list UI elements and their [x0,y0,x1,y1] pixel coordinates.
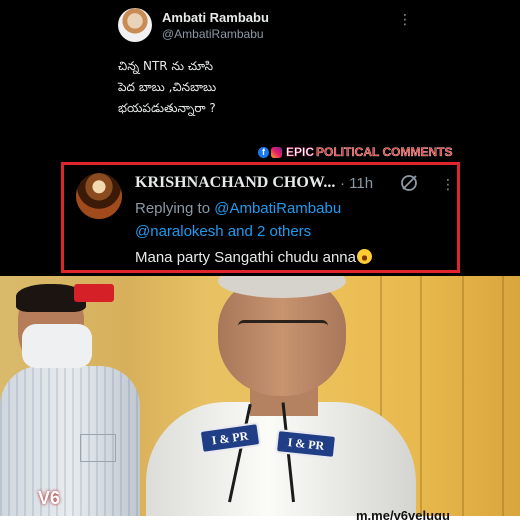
mention-others-link[interactable]: @naralokesh and 2 others [135,223,311,240]
face-mask [22,324,92,368]
tweet-line: భయపడుతున్నారా ? [118,101,216,115]
person-left [0,284,140,520]
video-url: m.me/v6velugu [356,508,450,520]
reply-tweet[interactable]: KRISHNACHAND CHOW... · 11h ⋮ Replying to… [61,162,460,273]
reply-text: Mana party Sangathi chudu anna [135,249,372,266]
more-vertical-icon[interactable]: ⋮ [398,12,412,26]
reply-body: Mana party Sangathi chudu anna [135,249,356,266]
wall-panel-line [462,276,464,520]
reply-timestamp[interactable]: · 11h [340,175,373,192]
original-tweet[interactable]: Ambati Rambabu @AmbatiRambabu ⋮ చిన్న NT… [0,0,520,160]
watermark-political-comments: POLITICAL COMMENTS [316,145,453,159]
tweet-line: చిన్న NTR ను చూసి [118,59,214,73]
mute-conversation-icon[interactable] [398,172,420,194]
author-handle[interactable]: @AmbatiRambabu [162,27,264,41]
tweet-line: పెద బాబు ,చినబాబు [118,80,217,94]
mention-link[interactable]: @AmbatiRambabu [214,200,341,217]
avatar[interactable] [118,8,152,42]
news-video-frame[interactable]: I & PR I & PR V6 m.me/v6velugu [0,276,520,520]
tweet-text: చిన్న NTR ను చూసి పెద బాబు ,చినబాబు భయపడ… [118,56,216,119]
laughing-emoji-icon [357,249,372,264]
avatar[interactable] [76,173,122,219]
instagram-icon [271,146,282,158]
watermark: f EPIC POLITICAL COMMENTS [258,145,453,159]
channel-badge [74,284,114,302]
author-name[interactable]: Ambati Rambabu [162,10,269,25]
replying-to-label: Replying to [135,200,211,217]
glasses [238,320,328,338]
facebook-icon: f [258,146,269,158]
channel-logo: V6 [38,488,61,508]
more-vertical-icon[interactable]: ⋮ [441,177,455,191]
reply-author-name[interactable]: KRISHNACHAND CHOW... [135,174,335,192]
wall-panel-line [502,276,504,520]
wall-panel-line [420,276,422,520]
watermark-epic: EPIC [286,145,315,159]
replying-to: Replying to @AmbatiRambabu [135,200,341,217]
